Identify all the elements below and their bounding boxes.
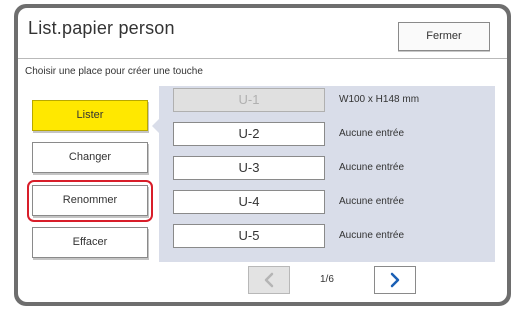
entry-u1-info: W100 x H148 mm — [339, 94, 420, 105]
header-divider — [18, 58, 507, 59]
prev-page-button[interactable] — [248, 266, 290, 294]
entry-u3-button[interactable]: U-3 — [173, 156, 325, 180]
close-button[interactable]: Fermer — [398, 22, 490, 51]
chevron-left-icon — [264, 272, 274, 288]
entry-u3-info: Aucune entrée — [339, 162, 405, 173]
entry-u2-button[interactable]: U-2 — [173, 122, 325, 146]
entry-list: U-1 W100 x H148 mm U-2 Aucune entrée U-3… — [159, 86, 495, 262]
page-indicator: 1/6 — [320, 274, 334, 285]
list-button[interactable]: Lister — [32, 100, 148, 131]
entry-u5-info: Aucune entrée — [339, 230, 405, 241]
instruction-text: Choisir une place pour créer une touche — [25, 66, 203, 77]
dialog-panel: List.papier person Fermer Choisir une pl… — [18, 8, 507, 302]
page-title: List.papier person — [28, 18, 175, 38]
rename-highlight — [27, 180, 153, 222]
chevron-right-icon — [390, 272, 400, 288]
entry-u4-info: Aucune entrée — [339, 196, 405, 207]
entry-u1-button[interactable]: U-1 — [173, 88, 325, 112]
change-button[interactable]: Changer — [32, 142, 148, 173]
delete-button[interactable]: Effacer — [32, 227, 148, 258]
next-page-button[interactable] — [374, 266, 416, 294]
entry-u2-info: Aucune entrée — [339, 128, 405, 139]
entry-u5-button[interactable]: U-5 — [173, 224, 325, 248]
entry-u4-button[interactable]: U-4 — [173, 190, 325, 214]
